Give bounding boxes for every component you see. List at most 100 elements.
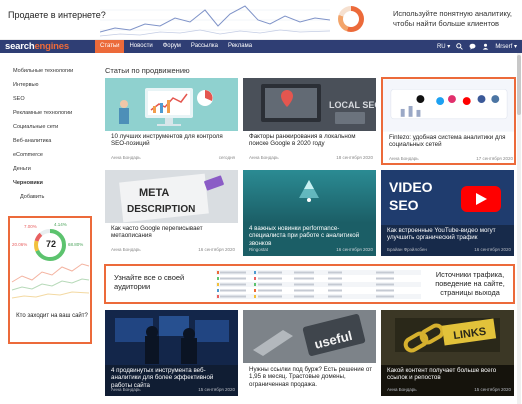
logo-part-b: engines: [34, 41, 69, 52]
logo-part-a: search: [5, 41, 35, 52]
image-text-meta: META: [139, 187, 169, 199]
sponsored-card[interactable]: useful Нужны ссылки под бурж? Есть решен…: [243, 310, 376, 396]
sidebar-item-ecommerce[interactable]: eCommerce: [13, 152, 93, 166]
article-image-local-seo: LOCAL SEO: [243, 78, 376, 131]
article-author: Анна Бондарь: [389, 156, 419, 161]
article-title[interactable]: Как встроенные YouTube-видео могут улучш…: [387, 227, 511, 242]
sidebar-item-add[interactable]: Добавить: [13, 194, 93, 208]
article-author: Анна Бондарь: [111, 387, 141, 392]
nav-right: RU ▾ Mrserf ▾: [437, 40, 517, 53]
article-card[interactable]: LOCAL SEO Факторы ранжирования в локальн…: [243, 78, 376, 164]
band-data-table: [216, 270, 421, 299]
nav-item-ads[interactable]: Реклама: [223, 40, 257, 53]
widget-percent-3: 20.06%: [12, 242, 28, 247]
analytics-promo-band[interactable]: Узнайте все о своей аудитории Источники …: [104, 264, 515, 304]
article-image-web-analytics: [105, 310, 238, 365]
comment-icon[interactable]: [469, 43, 476, 50]
band-right-text: Источники трафика, поведение на сайте, с…: [435, 270, 505, 297]
user-menu[interactable]: Mrserf ▾: [495, 43, 517, 50]
article-meta: Анна Бондарь 15 сентября 2020: [387, 387, 511, 392]
language-select[interactable]: RU ▾: [437, 43, 450, 50]
article-date: 17 сентября 2020: [476, 156, 513, 161]
nav-item-articles[interactable]: Статьи: [95, 40, 125, 53]
article-title[interactable]: 4 продвинутых инструмента веб-аналитики …: [111, 367, 235, 389]
promo-left-text: Продаете в интернете?: [8, 10, 106, 20]
article-date: 16 сентября 2020: [474, 247, 511, 252]
article-meta: Анна Бондарь сегодня: [111, 155, 235, 160]
article-card[interactable]: VIDEO SEO Как встроенные YouTube-видео м…: [381, 170, 514, 256]
article-date: сегодня: [218, 155, 235, 160]
nav-item-news[interactable]: Новости: [124, 40, 157, 53]
nav-item-newsletter[interactable]: Рассылка: [186, 40, 223, 53]
article-card[interactable]: LINKS Какой контент получает больше всег…: [381, 310, 514, 396]
article-title[interactable]: Нужны ссылки под бурж? Есть решение от 1…: [249, 366, 373, 388]
sidebar-item-social[interactable]: Социальные сети: [13, 124, 93, 138]
article-date: 16 сентября 2020: [336, 247, 373, 252]
article-meta: Анна Бондарь 18 сентября 2020: [249, 155, 373, 160]
sidebar-item-drafts[interactable]: Черновики: [13, 180, 93, 194]
article-author: Анна Бондарь: [111, 247, 141, 252]
sidebar-item-adtech[interactable]: Рекламные технологии: [13, 110, 93, 124]
article-card[interactable]: 4 важных новинки performance-специалиста…: [243, 170, 376, 256]
analytics-ad-widget[interactable]: 72 7.00% 4.14% 20.06% 68.80% Кто заходит…: [8, 216, 92, 344]
article-card[interactable]: 10 лучших инструментов для контроля SEO-…: [105, 78, 238, 164]
promo-line-chart: [100, 5, 330, 37]
sidebar-item-interview[interactable]: Интервью: [13, 82, 93, 96]
article-title[interactable]: Какой контент получает больше всего ссыл…: [387, 367, 511, 382]
article-meta: Анна Бондарь 15 сентября 2020: [111, 387, 235, 392]
scrollbar-thumb[interactable]: [517, 55, 521, 115]
article-author: Анна Бондарь: [111, 155, 141, 160]
article-card[interactable]: META DESCRIPTION Как часто Google перепи…: [105, 170, 238, 256]
promo-banner[interactable]: Продаете в интернете? Используйте понятн…: [0, 0, 522, 40]
image-text-video: VIDEO: [389, 179, 433, 195]
article-image-video-seo: VIDEO SEO: [381, 170, 514, 225]
page-scrollbar[interactable]: [517, 53, 521, 404]
article-meta: Анна Бондарь 17 сентября 2020: [389, 156, 513, 161]
language-label: RU: [436, 44, 446, 50]
article-title[interactable]: Факторы ранжирования в локальном поиске …: [249, 133, 373, 148]
article-meta: Анна Бондарь 16 сентября 2020: [111, 247, 235, 252]
article-date: 16 сентября 2020: [198, 247, 235, 252]
main-nav: Статьи Новости Форум Рассылка Реклама: [95, 40, 257, 53]
article-image-meta-description: META DESCRIPTION: [105, 170, 238, 223]
band-left-text: Узнайте все о своей аудитории: [114, 273, 185, 291]
sidebar: Мобильные технологии Интервью SEO Реклам…: [13, 68, 93, 208]
user-icon[interactable]: [482, 43, 489, 50]
article-author: Брайан Фрэйлсбен: [387, 247, 427, 252]
widget-score: 72: [45, 239, 56, 249]
sidebar-item-web-analytics[interactable]: Веб-аналитика: [13, 138, 93, 152]
widget-percent-4: 68.80%: [68, 242, 84, 247]
article-title[interactable]: 10 лучших инструментов для контроля SEO-…: [111, 133, 235, 148]
image-text-local-seo: LOCAL SEO: [329, 100, 376, 110]
promo-gauge-icon: [338, 6, 364, 32]
top-navbar: searchengines Статьи Новости Форум Рассы…: [0, 40, 522, 53]
article-title[interactable]: 4 важных новинки performance-специалиста…: [249, 225, 373, 247]
article-title[interactable]: Fintezo: удобная система аналитики для с…: [389, 134, 513, 149]
search-icon[interactable]: [456, 43, 464, 50]
article-date: 15 сентября 2020: [198, 387, 235, 392]
article-date: 15 сентября 2020: [474, 387, 511, 392]
article-image-links: LINKS: [381, 310, 514, 365]
sidebar-item-money[interactable]: Деньги: [13, 166, 93, 180]
article-author: Анна Бондарь: [249, 155, 279, 160]
article-meta: Брайан Фрэйлсбен 16 сентября 2020: [387, 247, 511, 252]
article-card[interactable]: 4 продвинутых инструмента веб-аналитики …: [105, 310, 238, 396]
site-logo[interactable]: searchengines: [5, 40, 69, 53]
widget-chart: [11, 229, 90, 299]
article-image-useful-links: useful: [243, 310, 376, 363]
article-title[interactable]: Как часто Google переписывает метаописан…: [111, 225, 235, 240]
sidebar-item-mobile[interactable]: Мобильные технологии: [13, 68, 93, 82]
article-image-fintezo: [383, 79, 514, 132]
user-name: Mrserf: [495, 44, 513, 50]
widget-percent-2: 4.14%: [54, 222, 67, 227]
sidebar-item-seo[interactable]: SEO: [13, 96, 93, 110]
article-author: Анна Бондарь: [387, 387, 417, 392]
section-title: Статьи по продвижению: [105, 66, 190, 75]
image-text-description: DESCRIPTION: [127, 204, 195, 215]
article-date: 18 сентября 2020: [336, 155, 373, 160]
promo-right-text: Используйте понятную аналитику, чтобы на…: [393, 9, 512, 28]
article-card-highlighted[interactable]: Fintezo: удобная система аналитики для с…: [381, 77, 516, 165]
nav-item-forum[interactable]: Форум: [158, 40, 186, 53]
widget-percent-1: 7.00%: [24, 224, 37, 229]
article-meta: Ringostat 16 сентября 2020: [249, 247, 373, 252]
